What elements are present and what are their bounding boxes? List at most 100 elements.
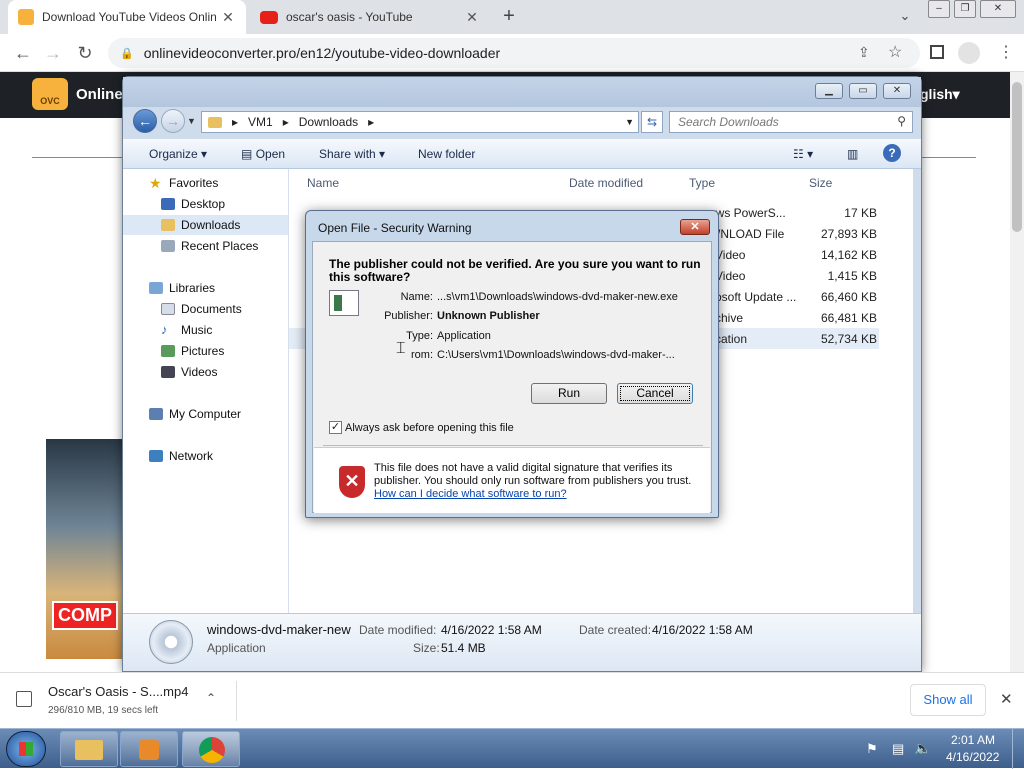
- column-header-type[interactable]: Type: [689, 176, 715, 190]
- reload-icon[interactable]: ↻: [74, 42, 96, 64]
- explorer-minimize-button[interactable]: ▁: [815, 83, 843, 99]
- nav-network[interactable]: Network: [123, 446, 288, 466]
- forward-arrow-icon[interactable]: →: [161, 109, 185, 133]
- organize-label: Organize: [149, 147, 198, 161]
- history-dropdown-icon[interactable]: ▼: [187, 116, 196, 126]
- pictures-icon: [161, 345, 175, 357]
- preview-pane-icon[interactable]: ▥: [847, 147, 858, 161]
- cancel-button[interactable]: Cancel: [617, 383, 693, 404]
- bookmark-star-icon[interactable]: ☆: [888, 42, 902, 62]
- volume-icon[interactable]: 🔈: [914, 740, 931, 757]
- start-button[interactable]: [6, 731, 46, 767]
- close-tab-icon[interactable]: ✕: [220, 9, 236, 26]
- dialog-body: The publisher could not be verified. Are…: [312, 241, 712, 513]
- column-header-size[interactable]: Size: [809, 176, 832, 190]
- close-tab-icon[interactable]: ✕: [464, 9, 480, 26]
- taskbar-chrome[interactable]: [182, 731, 240, 767]
- run-button[interactable]: Run: [531, 383, 607, 404]
- maximize-button[interactable]: ❐: [954, 0, 976, 18]
- address-bar[interactable]: 🔒 onlinevideoconverter.pro/en12/youtube-…: [108, 38, 920, 68]
- help-link[interactable]: How can I decide what software to run?: [374, 488, 567, 500]
- close-shelf-icon[interactable]: ✕: [1000, 690, 1013, 708]
- share-with-button[interactable]: Share with ▾: [319, 147, 385, 161]
- profile-avatar-icon[interactable]: [958, 42, 980, 64]
- from-label: rom:: [411, 349, 433, 361]
- video-thumbnail[interactable]: COMP: [46, 439, 126, 659]
- page-scrollbar[interactable]: [1010, 72, 1024, 672]
- download-options-chevron-icon[interactable]: ⌃: [206, 691, 216, 705]
- always-ask-checkbox[interactable]: ✓: [329, 421, 342, 434]
- close-window-button[interactable]: ✕: [980, 0, 1016, 18]
- explorer-address-bar[interactable]: ▸ VM1 ▸ Downloads ▸ ▼: [201, 111, 639, 133]
- taskbar-explorer[interactable]: [60, 731, 118, 767]
- nav-favorites[interactable]: ★ Favorites: [123, 173, 288, 193]
- show-all-button[interactable]: Show all: [910, 684, 986, 716]
- taskbar-media-player[interactable]: [120, 731, 178, 767]
- file-type: chive: [715, 311, 744, 325]
- explorer-close-button[interactable]: ✕: [883, 83, 911, 99]
- type-label: Type:: [406, 330, 433, 342]
- nav-recent-places[interactable]: Recent Places: [123, 236, 288, 256]
- new-folder-button[interactable]: New folder: [418, 147, 475, 161]
- dialog-title: Open File - Security Warning: [318, 221, 472, 235]
- column-header-date-modified[interactable]: Date modified: [569, 176, 643, 190]
- breadcrumb-vm1[interactable]: VM1: [248, 115, 273, 129]
- back-icon[interactable]: ←: [12, 42, 34, 64]
- menu-dots-icon[interactable]: ⋮: [998, 42, 1014, 62]
- search-placeholder: Search Downloads: [678, 115, 779, 129]
- folder-icon: [208, 116, 222, 128]
- file-size: 66,481 KB: [820, 311, 877, 325]
- share-with-label: Share with: [319, 147, 376, 161]
- nav-label: My Computer: [169, 407, 242, 421]
- scrollbar-thumb[interactable]: [1012, 82, 1022, 232]
- action-center-icon[interactable]: ⚑: [866, 741, 878, 757]
- tab-download-youtube[interactable]: Download YouTube Videos Onlin ✕: [8, 0, 246, 34]
- file-type: osoft Update ...: [715, 290, 797, 304]
- folder-icon: [75, 740, 103, 760]
- breadcrumb-downloads[interactable]: Downloads: [299, 115, 358, 129]
- help-icon[interactable]: ?: [883, 144, 901, 162]
- views-icon[interactable]: ☷ ▾: [793, 147, 813, 161]
- column-header-name[interactable]: Name: [307, 176, 339, 190]
- mouse-cursor-icon: ⌶: [396, 340, 406, 357]
- clock-time[interactable]: 2:01 AM: [951, 733, 995, 747]
- clock-date[interactable]: 4/16/2022: [946, 750, 999, 764]
- caret-down-icon: ▾: [952, 86, 960, 102]
- media-player-icon: [139, 740, 159, 760]
- nav-desktop[interactable]: Desktop: [123, 194, 288, 214]
- nav-pictures[interactable]: Pictures: [123, 341, 288, 361]
- explorer-maximize-button[interactable]: ▭: [849, 83, 877, 99]
- downloads-shelf: Oscar's Oasis - S....mp4 296/810 MB, 19 …: [0, 672, 1024, 728]
- show-desktop-button[interactable]: [1012, 729, 1024, 769]
- nav-videos[interactable]: Videos: [123, 362, 288, 382]
- explorer-search-input[interactable]: Search Downloads ⚲: [669, 111, 913, 133]
- tab-oscars-oasis[interactable]: oscar's oasis - YouTube ✕: [250, 0, 490, 34]
- explorer-caption: ▁ ▭ ✕: [123, 77, 921, 107]
- side-panel-icon[interactable]: [930, 45, 944, 59]
- nav-documents[interactable]: Documents: [123, 299, 288, 319]
- new-tab-button[interactable]: +: [498, 6, 520, 28]
- nav-libraries[interactable]: Libraries: [123, 278, 288, 298]
- tab-search-icon[interactable]: ⌄: [896, 8, 914, 26]
- nav-my-computer[interactable]: My Computer: [123, 404, 288, 424]
- share-icon[interactable]: ⇪: [858, 44, 870, 61]
- security-warning-dialog: Open File - Security Warning ✕ The publi…: [305, 210, 719, 518]
- forward-icon[interactable]: →: [42, 42, 64, 64]
- download-file-name[interactable]: Oscar's Oasis - S....mp4: [48, 684, 188, 699]
- minimize-button[interactable]: –: [928, 0, 950, 18]
- back-arrow-icon[interactable]: ←: [133, 109, 157, 133]
- language-selector[interactable]: glish▾: [920, 86, 960, 103]
- network-tray-icon[interactable]: ▤: [892, 741, 904, 757]
- refresh-icon[interactable]: ⇆: [641, 111, 663, 133]
- navigation-pane: ★ Favorites Desktop Downloads Recent Plac…: [123, 169, 289, 613]
- dialog-close-button[interactable]: ✕: [680, 219, 710, 235]
- site-logo[interactable]: OVC: [32, 78, 68, 110]
- organize-button[interactable]: Organize ▾: [149, 147, 207, 161]
- logo-text: OVC: [40, 96, 60, 106]
- address-dropdown-icon[interactable]: ▼: [625, 117, 634, 127]
- file-type: ows PowerS...: [709, 206, 786, 220]
- nav-music[interactable]: ♪ Music: [123, 320, 288, 340]
- open-button[interactable]: ▤ Open: [241, 147, 285, 161]
- tab-bar: Download YouTube Videos Onlin ✕ oscar's …: [0, 0, 1024, 34]
- nav-downloads[interactable]: Downloads: [123, 215, 288, 235]
